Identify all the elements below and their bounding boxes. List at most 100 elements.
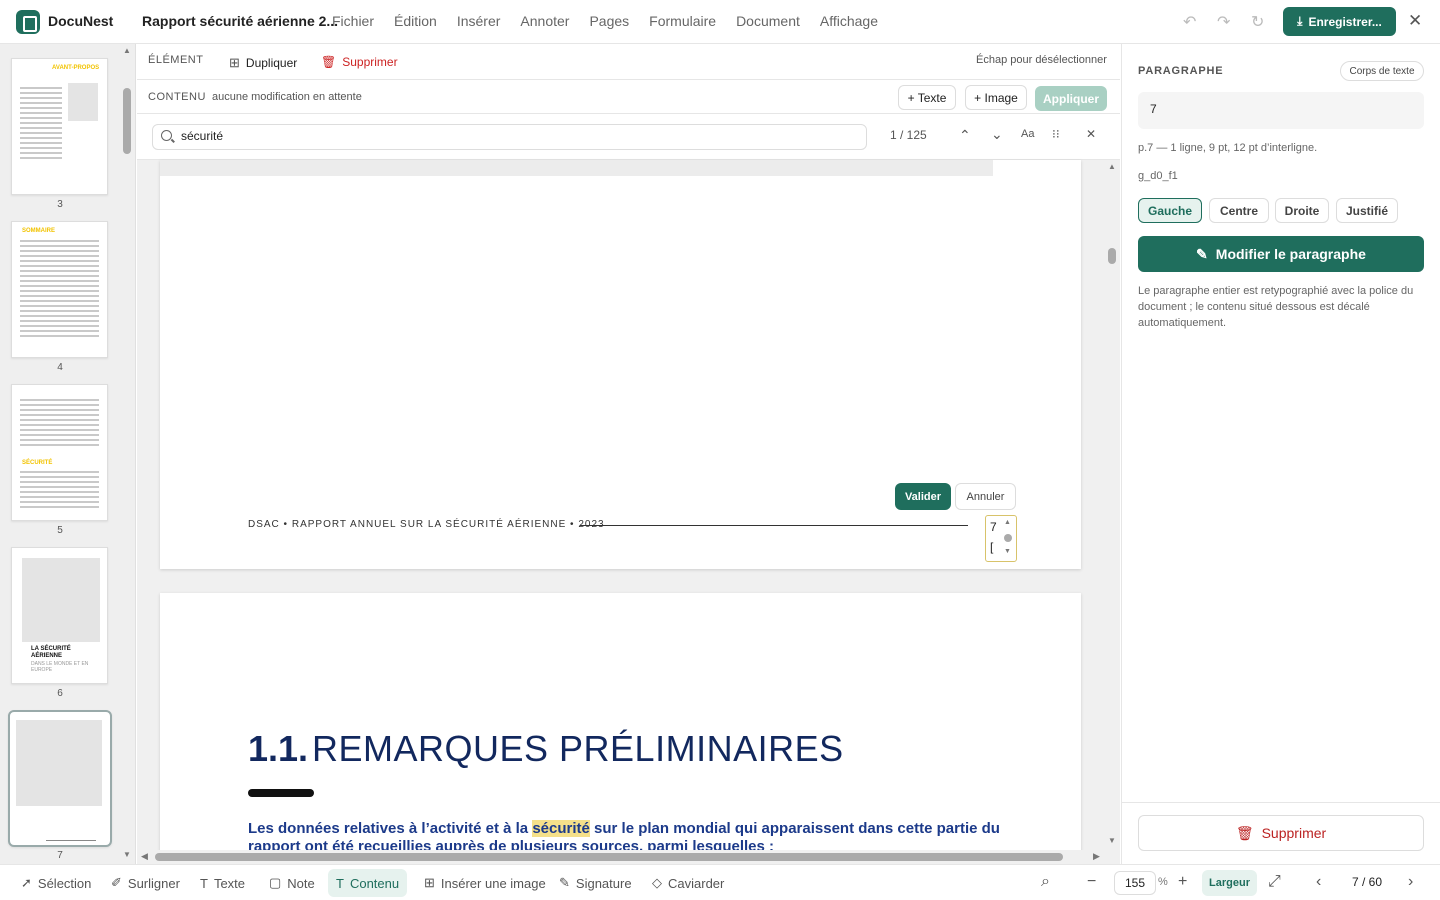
validate-button[interactable]: Valider	[895, 483, 951, 510]
align-center-button[interactable]: Centre	[1209, 198, 1269, 223]
menu-pages[interactable]: Pages	[589, 13, 629, 29]
next-page-icon[interactable]: ›	[1408, 873, 1413, 891]
add-text-button[interactable]: + Texte	[898, 85, 956, 110]
content-toolbar: CONTENU aucune modification en attente +…	[137, 80, 1120, 114]
add-image-button[interactable]: + Image	[965, 85, 1027, 110]
thumbnail-page-5[interactable]: SÉCURITÉ	[11, 384, 108, 521]
match-case-button[interactable]: Aa	[1021, 128, 1034, 140]
prev-page-icon[interactable]: ‹	[1316, 873, 1321, 891]
scroll-right-icon[interactable]: ▶	[1093, 851, 1100, 862]
tool-redact[interactable]: ◇ Caviarder	[644, 869, 732, 897]
align-right-button[interactable]: Droite	[1275, 198, 1329, 223]
tool-label: Contenu	[349, 875, 400, 891]
app-name: DocuNest	[48, 13, 114, 29]
thumbnail-page-4[interactable]: SOMMAIRE	[11, 221, 108, 358]
download-icon: ⤓	[1297, 14, 1303, 28]
scrollbar-thumb[interactable]	[1108, 248, 1116, 264]
document-scrollbar[interactable]: ▲ ▼	[1105, 160, 1119, 850]
thumbnail-number: 7	[57, 850, 63, 861]
chevron-up-icon[interactable]: ⌃	[959, 127, 971, 144]
scroll-left-icon[interactable]: ◀	[141, 851, 148, 862]
scroll-down-icon[interactable]: ▼	[123, 850, 131, 859]
element-delete-button[interactable]: 🗑 Supprimer	[321, 55, 398, 69]
delete-paragraph-button[interactable]: 🗑 Supprimer	[1138, 815, 1424, 851]
horizontal-scrollbar[interactable]: ◀ ▶	[137, 850, 1120, 864]
spin-handle[interactable]	[1004, 534, 1012, 542]
tool-note[interactable]: ▢ Note	[261, 869, 323, 897]
redo-icon[interactable]: ↷	[1217, 12, 1230, 32]
thumbnail-page-3[interactable]: AVANT-PROPOS	[11, 58, 108, 195]
scroll-up-icon[interactable]: ▲	[123, 46, 131, 55]
cancel-button[interactable]: Annuler	[955, 483, 1016, 510]
thumbnail-tag: SOMMAIRE	[22, 228, 55, 234]
fit-width-button[interactable]: Largeur	[1202, 870, 1257, 896]
body-paragraph[interactable]: Les données relatives à l’activité et à …	[248, 820, 1048, 853]
tool-label: Note	[287, 875, 315, 891]
search-input[interactable]	[181, 129, 851, 143]
zoom-in-icon[interactable]: +	[1178, 873, 1187, 891]
search-field[interactable]	[152, 124, 867, 150]
tool-text[interactable]: T Texte	[192, 869, 253, 897]
chevron-down-icon[interactable]: ⌄	[991, 126, 1003, 143]
save-button[interactable]: ⤓ Enregistrer...	[1283, 7, 1396, 36]
search-toolbar: 1 / 125 ⌃ ⌄ Aa ⁝⁝ ✕	[137, 114, 1120, 160]
duplicate-button[interactable]: ⊞ Dupliquer	[229, 55, 297, 71]
scrollbar-thumb[interactable]	[123, 88, 131, 154]
align-justify-button[interactable]: Justifié	[1336, 198, 1398, 223]
apply-button[interactable]: Appliquer	[1035, 86, 1107, 111]
tool-selection[interactable]: ➚ Sélection	[13, 869, 99, 897]
zoom-search-icon[interactable]: ⌕	[1041, 873, 1050, 891]
menu-fichier[interactable]: Fichier	[332, 13, 374, 29]
document-title[interactable]: Rapport sécurité aérienne 2...	[142, 13, 338, 29]
delete-label: Supprimer	[342, 55, 398, 69]
scroll-up-icon[interactable]: ▲	[1108, 162, 1116, 171]
thumbnail-page-6[interactable]: LA SÉCURITÉ AÉRIENNE DANS LE MONDE ET EN…	[11, 547, 108, 684]
fullscreen-icon[interactable]: ⤢	[1268, 873, 1281, 891]
search-count: 1 / 125	[890, 128, 927, 142]
zoom-input[interactable]: 155	[1114, 871, 1156, 895]
menu-formulaire[interactable]: Formulaire	[649, 13, 716, 29]
menu-affichage[interactable]: Affichage	[820, 13, 878, 29]
menu-document[interactable]: Document	[736, 13, 800, 29]
paragraph-text-field[interactable]: 7	[1138, 92, 1424, 129]
tool-signature[interactable]: ✎ Signature	[551, 869, 640, 897]
element-toolbar: ÉLÉMENT ⊞ Dupliquer 🗑 Supprimer Échap po…	[137, 44, 1120, 80]
tool-label: Surligner	[127, 875, 180, 891]
trash-icon: 🗑	[321, 55, 337, 69]
hscrollbar-thumb[interactable]	[155, 853, 1063, 861]
align-left-button[interactable]: Gauche	[1138, 198, 1202, 223]
pen-icon: ✎	[559, 875, 570, 890]
panel-note: Le paragraphe entier est retypographié a…	[1138, 285, 1414, 329]
style-chip[interactable]: Corps de texte	[1340, 61, 1424, 81]
heading-text[interactable]: REMARQUES PRÉLIMINAIRES	[312, 728, 844, 770]
close-icon[interactable]: ✕	[1408, 11, 1422, 31]
thumbnail-number: 5	[57, 525, 63, 536]
edit-paragraph-button[interactable]: ✎ Modifier le paragraphe	[1138, 236, 1424, 272]
thumbnail-page-7[interactable]	[8, 710, 112, 847]
menu-inserer[interactable]: Insérer	[457, 13, 501, 29]
spin-up-icon[interactable]: ▲	[1004, 519, 1011, 526]
regex-icon[interactable]: ⁝⁝	[1052, 127, 1060, 141]
refresh-icon[interactable]: ↻	[1251, 12, 1264, 32]
menu-annoter[interactable]: Annoter	[520, 13, 569, 29]
thumbnail-tag: LA SÉCURITÉ AÉRIENNE	[31, 646, 71, 659]
zoom-out-icon[interactable]: −	[1087, 873, 1096, 891]
edit-paragraph-label: Modifier le paragraphe	[1215, 246, 1366, 262]
tool-highlight[interactable]: ✐ Surligner	[103, 869, 188, 897]
eraser-icon: ◇	[652, 875, 662, 890]
page-indicator: 7 / 60	[1352, 875, 1383, 889]
bottom-toolbar: ➚ Sélection ✐ Surligner T Texte ▢ Note T Cont…	[0, 864, 1440, 900]
spin-down-icon[interactable]: ▼	[1004, 548, 1011, 555]
tool-content[interactable]: T Contenu	[328, 869, 408, 897]
scroll-down-icon[interactable]: ▼	[1108, 836, 1116, 845]
search-icon	[161, 130, 172, 141]
heading-number[interactable]: 1.1.	[248, 728, 308, 770]
image-icon: ⊞	[424, 875, 435, 890]
thumbnail-scrollbar[interactable]: ▲ ▼	[121, 44, 135, 864]
undo-icon[interactable]: ↶	[1183, 12, 1196, 32]
page-number-editor[interactable]: 7 [ ▲ ▼	[985, 515, 1017, 562]
menu-edition[interactable]: Édition	[394, 13, 437, 29]
tool-insert-image[interactable]: ⊞ Insérer une image	[416, 869, 554, 897]
top-bar: DocuNest Rapport sécurité aérienne 2... …	[0, 0, 1440, 44]
close-search-icon[interactable]: ✕	[1086, 127, 1096, 141]
